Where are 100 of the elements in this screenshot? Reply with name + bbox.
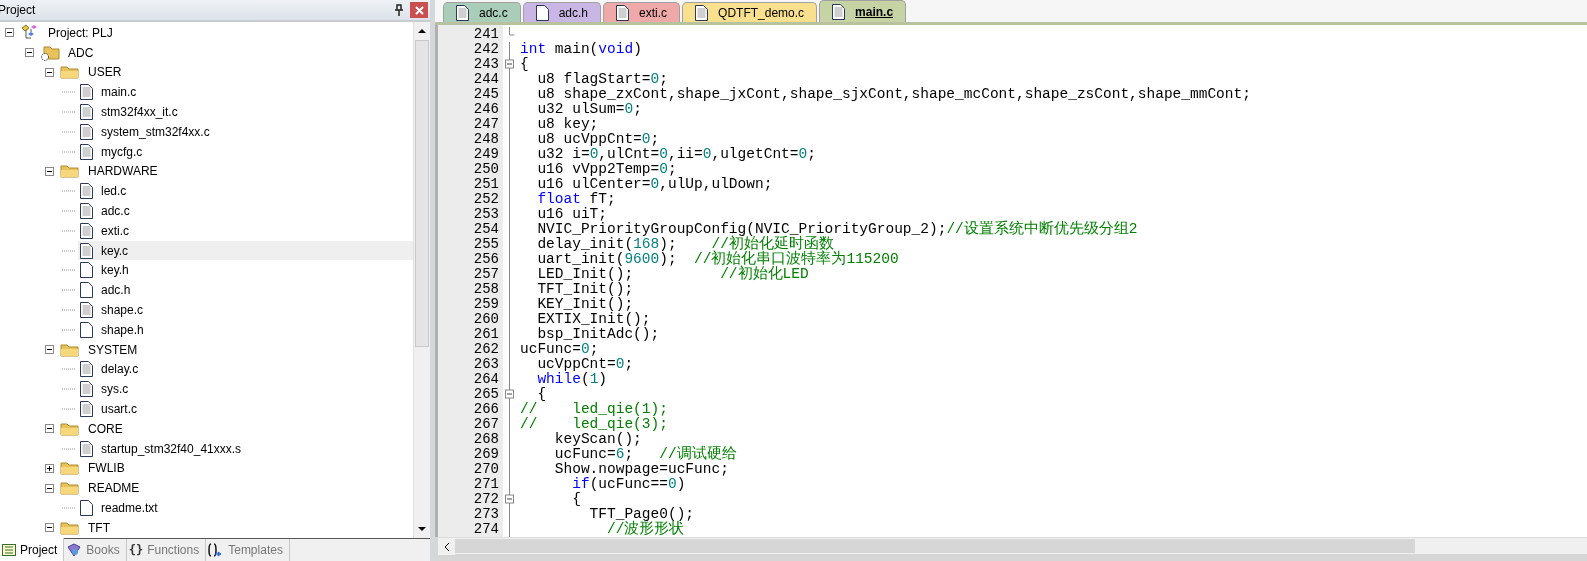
tree-item[interactable]: readme.txt: [78, 498, 413, 518]
tree-item[interactable]: system_stm32f4xx.c: [78, 122, 413, 142]
fold-collapse-icon[interactable]: [504, 57, 515, 72]
up-arrow-icon[interactable]: [418, 28, 426, 33]
fold-collapse-icon[interactable]: [504, 387, 515, 402]
source-file-icon: [80, 123, 93, 140]
collapse-icon[interactable]: [44, 345, 54, 355]
line-number: 265: [472, 387, 500, 402]
line-number: 261: [472, 327, 500, 342]
tree-item[interactable]: sys.c: [78, 379, 413, 399]
folder-icon: [60, 421, 80, 436]
tree-item[interactable]: README: [58, 478, 413, 498]
source-file-icon: [80, 381, 93, 398]
collapse-icon[interactable]: [24, 48, 34, 58]
collapse-icon[interactable]: [44, 68, 54, 77]
source-file-icon: [616, 4, 630, 21]
tree-connector: [62, 289, 76, 292]
source-file-icon: [80, 183, 93, 200]
code-line: EXTIX_Init();: [536, 312, 652, 327]
line-number: 263: [472, 357, 500, 372]
line-number: 247: [472, 117, 500, 132]
source-file-icon: [80, 143, 93, 160]
vertical-scrollbar[interactable]: [413, 22, 430, 538]
tree-item[interactable]: Project: PLJ: [18, 23, 413, 43]
panel-tab[interactable]: Books: [64, 539, 127, 561]
panel-tab[interactable]: Templates: [206, 539, 290, 561]
scrollbar-thumb[interactable]: [455, 539, 1415, 553]
code-line: u16 uiT;: [536, 207, 608, 222]
tree-item[interactable]: shape.c: [78, 300, 413, 320]
tree-item[interactable]: CORE: [58, 419, 413, 439]
code-line: u8 ucVppCnt=0;: [536, 132, 661, 147]
down-arrow-icon[interactable]: [418, 527, 426, 532]
panel-tab[interactable]: Project: [0, 538, 65, 561]
tree-item[interactable]: shape.h: [78, 320, 413, 340]
tree-item[interactable]: stm32f4xx_it.c: [78, 102, 413, 122]
tree-item[interactable]: mycfg.c: [78, 142, 413, 162]
tree-item[interactable]: FWLIB: [58, 458, 413, 478]
collapse-icon[interactable]: [44, 424, 54, 434]
line-number: 245: [472, 87, 500, 102]
line-number: 249: [472, 147, 500, 162]
line-number: 257: [472, 267, 500, 282]
line-number: 255: [472, 237, 500, 252]
file-tab[interactable]: adc.h: [522, 2, 602, 22]
file-icon: [80, 262, 93, 279]
source-file-icon: [80, 203, 93, 220]
source-file-icon: [80, 242, 93, 259]
tree-connector: [62, 229, 76, 232]
line-number: 274: [472, 522, 500, 537]
tree-item[interactable]: exti.c: [78, 221, 413, 241]
close-icon: [414, 5, 424, 15]
code-line: ucFunc=6; //调试硬给: [553, 447, 738, 462]
file-tab[interactable]: main.c: [819, 0, 907, 22]
tree-item[interactable]: delay.c: [78, 359, 413, 379]
expand-icon[interactable]: [44, 463, 54, 473]
panel-tab[interactable]: {} Functions: [126, 539, 207, 561]
pin-icon[interactable]: [394, 4, 404, 16]
line-number: 254: [472, 222, 500, 237]
collapse-icon[interactable]: [4, 28, 14, 38]
close-button[interactable]: [410, 2, 428, 18]
source-file-icon: [80, 104, 93, 121]
tree-item[interactable]: TFT: [58, 518, 413, 538]
tree-item[interactable]: HARDWARE: [58, 161, 413, 181]
file-tab[interactable]: QDTFT_demo.c: [682, 2, 818, 22]
code-line: KEY_Init();: [536, 297, 635, 312]
line-number: 272: [472, 492, 500, 507]
collapse-icon[interactable]: [44, 483, 54, 493]
source-file-icon: [80, 440, 93, 457]
tree-item[interactable]: key.h: [78, 260, 413, 280]
folder-icon: [60, 520, 80, 535]
file-tab[interactable]: adc.c: [443, 2, 521, 22]
code-line: {: [537, 387, 548, 402]
tree-item[interactable]: led.c: [78, 181, 413, 201]
tree-item[interactable]: startup_stm32f40_41xxx.s: [78, 439, 413, 459]
tree-item[interactable]: usart.c: [78, 399, 413, 419]
line-number: 252: [472, 192, 500, 207]
tree-item[interactable]: adc.c: [78, 201, 413, 221]
source-file-icon: [695, 4, 709, 21]
source-file-icon: [832, 3, 846, 20]
book-icon: [66, 543, 83, 557]
folder-icon: [60, 164, 80, 179]
scrollbar-thumb[interactable]: [415, 40, 429, 347]
tree-item[interactable]: adc.h: [78, 280, 413, 300]
tree-item[interactable]: ADC: [38, 43, 413, 63]
tree-item[interactable]: key.c: [78, 241, 413, 261]
tree-connector: [62, 210, 76, 213]
horizontal-scrollbar[interactable]: [438, 537, 1587, 554]
line-number: 243: [472, 57, 500, 72]
code-line: u32 ulSum=0;: [536, 102, 643, 117]
file-tab[interactable]: exti.c: [603, 2, 681, 22]
line-number: 241: [472, 27, 500, 42]
collapse-icon[interactable]: [44, 523, 54, 533]
tree-item[interactable]: USER: [58, 63, 413, 82]
line-number: 271: [472, 477, 500, 492]
line-number: 250: [472, 162, 500, 177]
fold-collapse-icon[interactable]: [504, 492, 515, 507]
code-line: while(1): [536, 372, 609, 387]
tree-item[interactable]: main.c: [78, 82, 413, 102]
source-file-icon: [80, 361, 93, 378]
collapse-icon[interactable]: [44, 166, 54, 176]
tree-item[interactable]: SYSTEM: [58, 340, 413, 360]
